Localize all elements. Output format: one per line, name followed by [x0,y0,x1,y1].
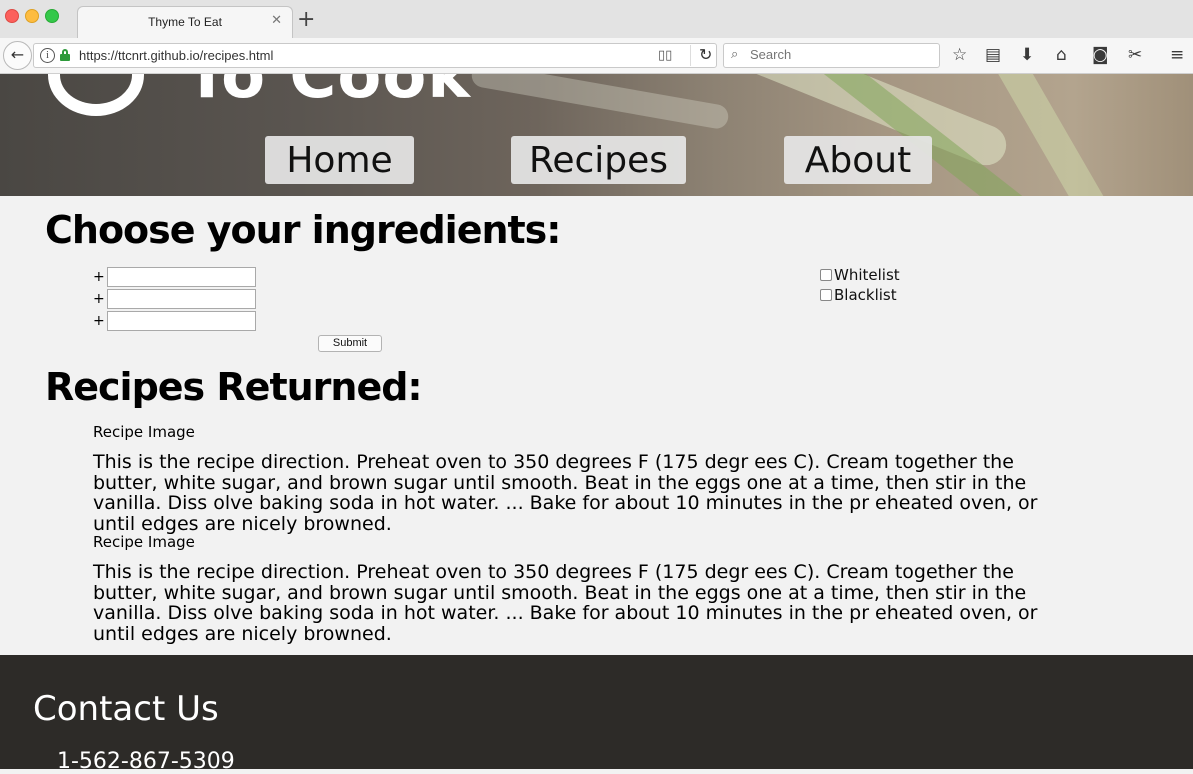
recipe-image: Recipe Image [93,423,195,441]
browser-nav-bar: ← i https://ttcnrt.github.io/recipes.htm… [0,38,1193,74]
search-icon: ⌕ [731,47,739,62]
recipe-image: Recipe Image [93,533,195,551]
browser-tab[interactable]: Thyme To Eat ✕ [77,6,293,40]
info-icon[interactable]: i [40,48,55,63]
nav-recipes-button[interactable]: Recipes [511,136,686,184]
blacklist-option[interactable]: Blacklist [820,286,897,304]
url-bar[interactable]: i https://ttcnrt.github.io/recipes.html … [33,43,717,68]
whitelist-checkbox[interactable] [820,269,832,281]
new-tab-button[interactable]: + [297,9,315,31]
bookmark-star-icon[interactable]: ☆ [952,45,967,65]
extension-icon[interactable]: ✂ [1128,45,1142,65]
browser-tab-bar: Thyme To Eat ✕ + [0,0,1193,40]
hero-banner: To Cook Home Recipes About [0,74,1193,196]
tab-title: Thyme To Eat [148,15,222,29]
lock-icon [60,49,70,61]
url-text[interactable]: https://ttcnrt.github.io/recipes.html [79,48,273,63]
contact-heading: Contact Us [33,689,219,729]
recipe-direction: This is the recipe direction. Preheat ov… [93,561,1038,645]
search-input[interactable] [750,47,930,62]
whitelist-label: Whitelist [834,266,900,284]
reader-view-icon[interactable]: ▯▯ [658,48,672,63]
recipes-heading: Recipes Returned: [45,365,423,409]
plus-label: + [93,313,105,329]
maximize-window-button[interactable] [45,9,59,23]
ingredients-heading: Choose your ingredients: [45,208,561,252]
ingredient-input-3[interactable] [107,311,256,331]
blacklist-checkbox[interactable] [820,289,832,301]
close-window-button[interactable] [5,9,19,23]
submit-button[interactable]: Submit [318,335,382,352]
download-icon[interactable]: ⬇ [1020,45,1034,65]
home-icon[interactable]: ⌂ [1056,45,1067,65]
plus-label: + [93,269,105,285]
whitelist-option[interactable]: Whitelist [820,266,900,284]
plus-label: + [93,291,105,307]
ingredient-input-2[interactable] [107,289,256,309]
recipe-direction: This is the recipe direction. Preheat ov… [93,451,1038,535]
footer: Contact Us 1-562-867-5309 [0,655,1193,774]
ingredient-input-1[interactable] [107,267,256,287]
reading-list-icon[interactable]: ▤ [985,45,1001,65]
back-button[interactable]: ← [3,41,32,70]
nav-home-button[interactable]: Home [265,136,414,184]
tab-close-icon[interactable]: ✕ [271,13,282,28]
back-icon: ← [10,45,25,64]
pocket-icon[interactable]: ◙ [1092,45,1109,65]
logo-text: To Cook [185,74,471,113]
nav-about-button[interactable]: About [784,136,932,184]
logo-icon [48,74,144,116]
search-bar[interactable]: ⌕ [723,43,940,68]
reload-icon[interactable]: ↻ [690,45,712,66]
menu-icon[interactable]: ≡ [1170,45,1184,65]
minimize-window-button[interactable] [25,9,39,23]
contact-phone[interactable]: 1-562-867-5309 [57,749,235,774]
blacklist-label: Blacklist [834,286,897,304]
